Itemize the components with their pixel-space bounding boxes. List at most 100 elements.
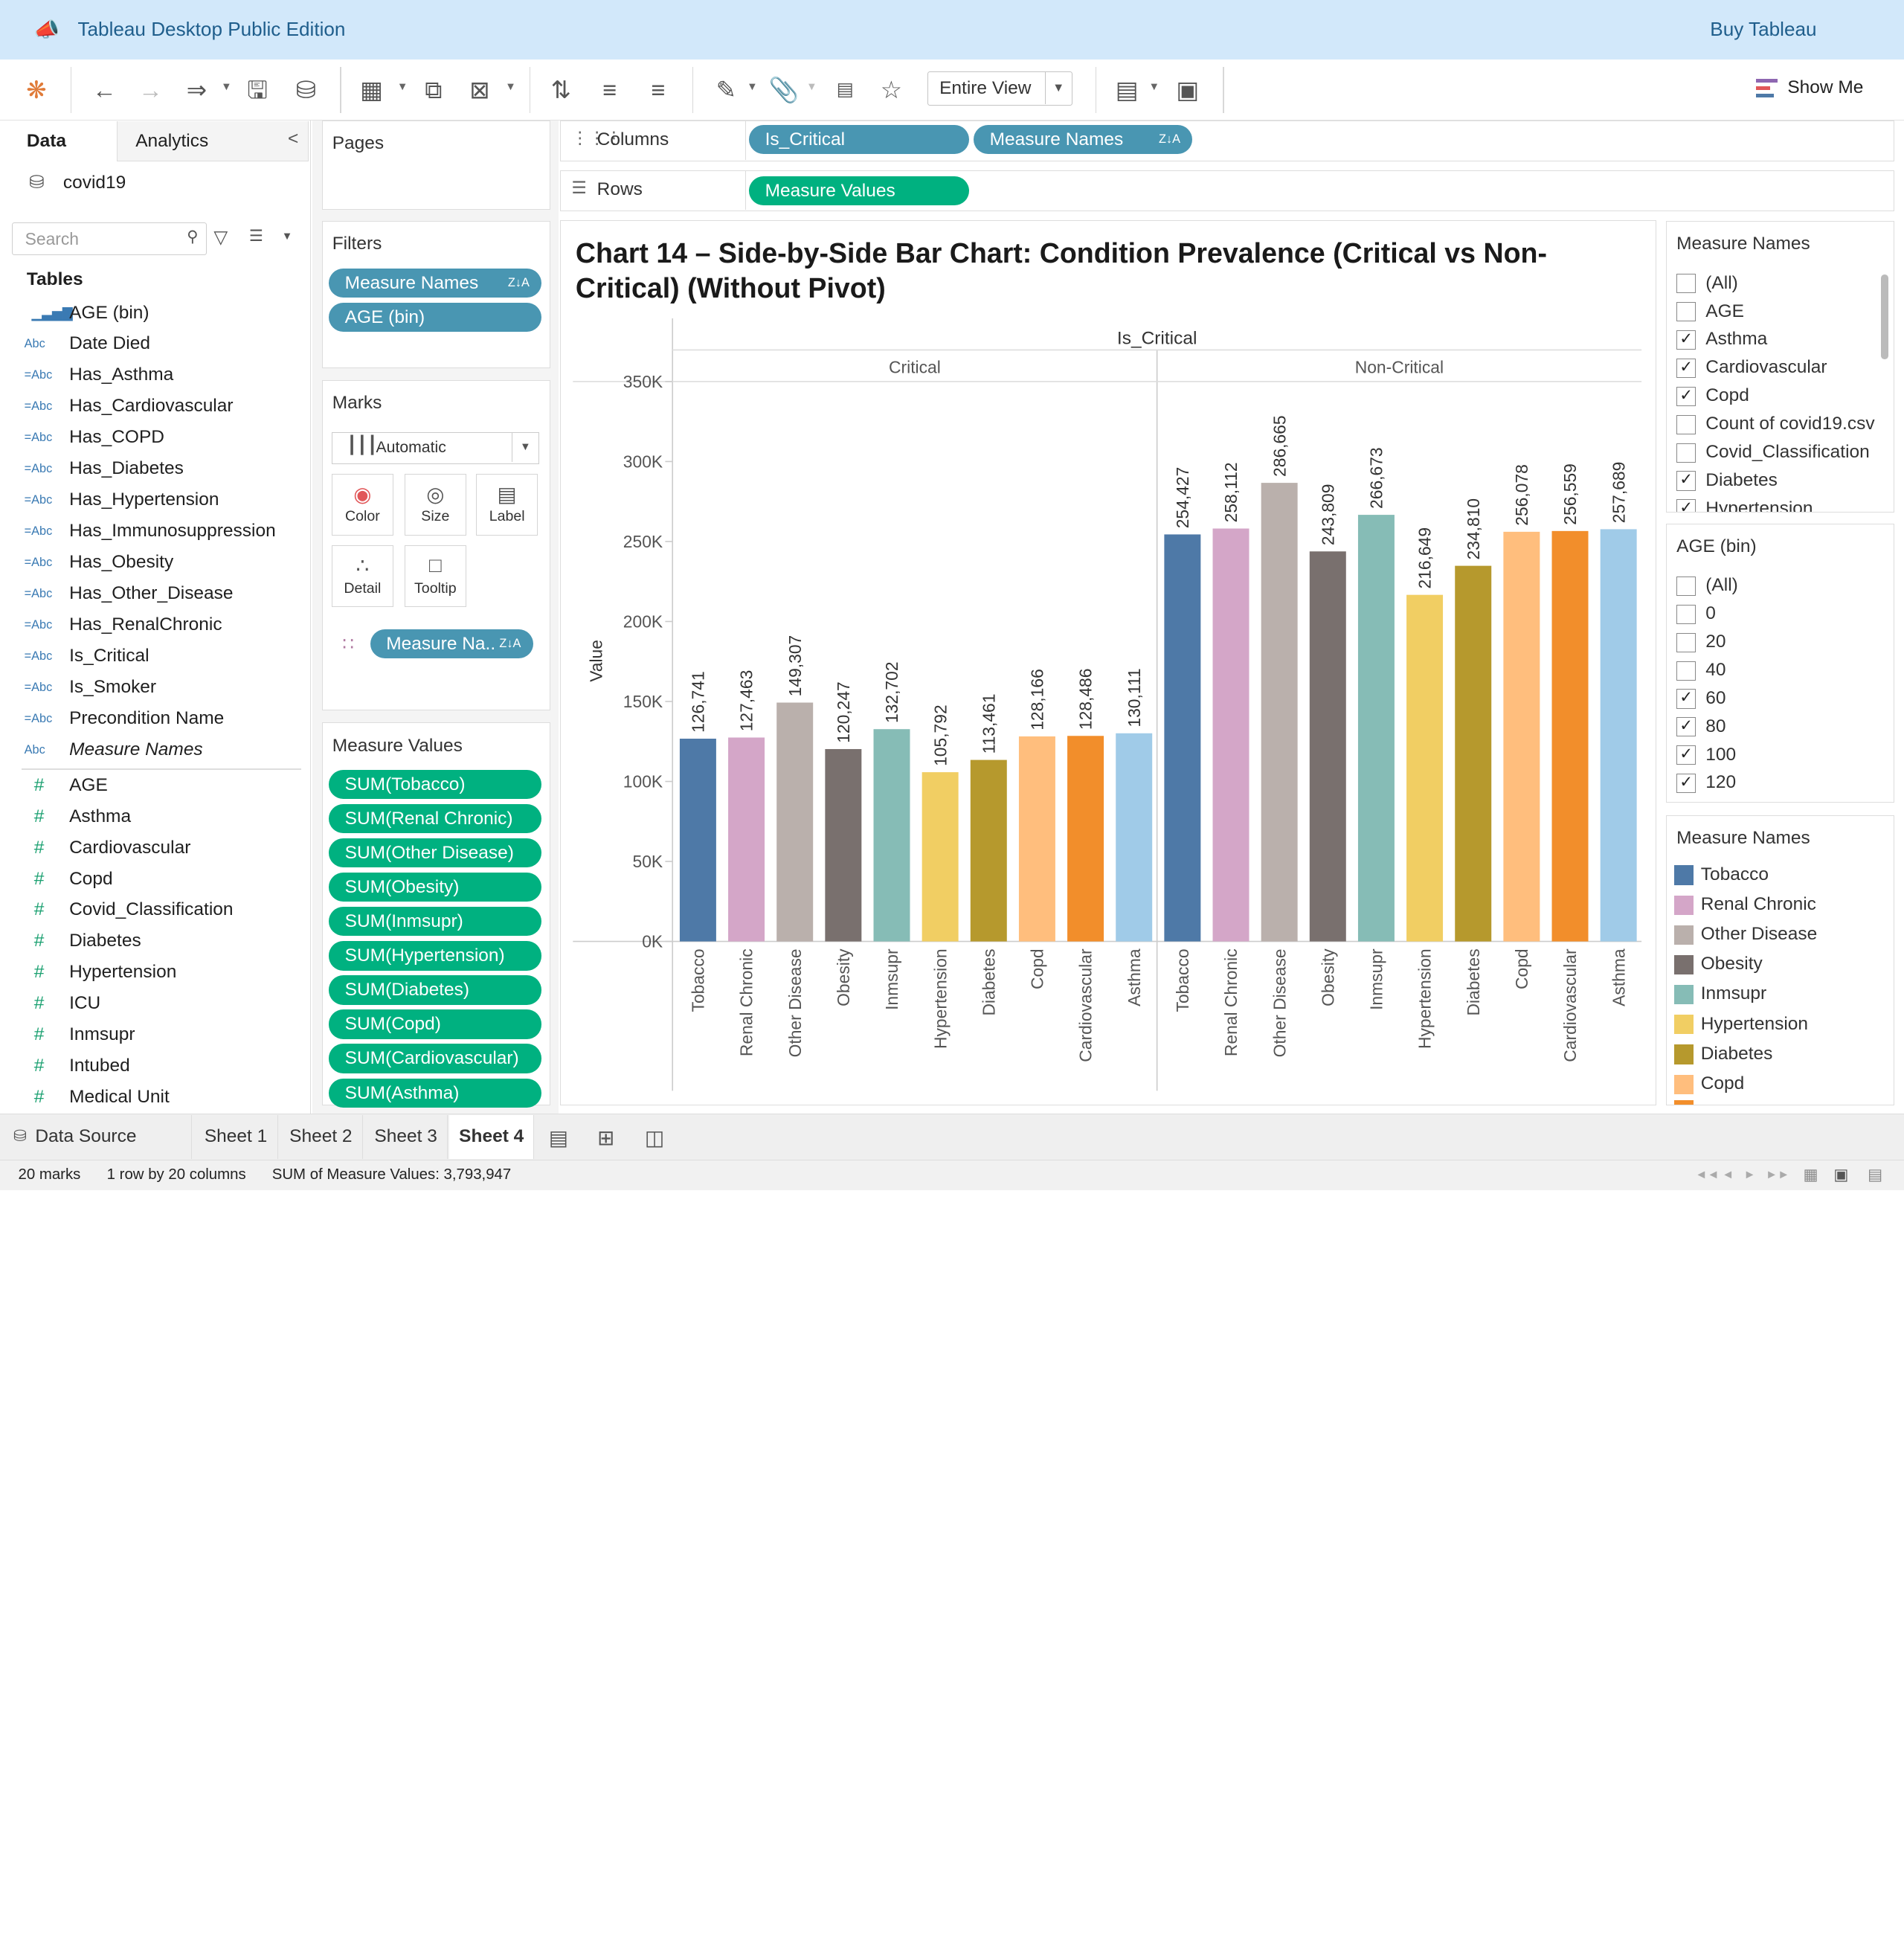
film-view-icon[interactable]: ▤	[1868, 1166, 1882, 1184]
bar-critical-hypertension[interactable]	[922, 771, 959, 942]
redo-icon[interactable]: →	[136, 75, 165, 104]
bar-critical-diabetes[interactable]	[971, 759, 1008, 942]
filter-checkbox-item[interactable]: ✓ Copd	[1676, 383, 1889, 410]
field-measure[interactable]: # AGE	[0, 771, 303, 802]
filter-checkbox-item[interactable]: Count of covid19.csv	[1676, 411, 1889, 438]
filter-checkbox-item[interactable]: 0	[1676, 601, 1889, 628]
measure-value-pill[interactable]: SUM(Hypertension)	[329, 941, 542, 971]
tab-analytics[interactable]: Analytics	[116, 121, 309, 162]
checkbox[interactable]: ✓	[1676, 386, 1696, 406]
bar-non-critical-hypertension[interactable]	[1406, 594, 1444, 942]
scrollbar[interactable]	[1881, 274, 1888, 360]
measure-value-pill[interactable]: SUM(Diabetes)	[329, 975, 542, 1005]
bar-non-critical-inmsupr[interactable]	[1358, 514, 1395, 942]
measure-value-pill[interactable]: SUM(Asthma)	[329, 1078, 542, 1108]
bar-non-critical-tobacco[interactable]	[1164, 534, 1201, 942]
checkbox[interactable]	[1676, 632, 1696, 652]
checkbox[interactable]: ✓	[1676, 774, 1696, 794]
checkbox[interactable]	[1676, 604, 1696, 624]
checkbox[interactable]: ✓	[1676, 358, 1696, 379]
tableau-logo-icon[interactable]: ❋	[22, 75, 51, 104]
bar-critical-renal-chronic[interactable]	[728, 737, 765, 942]
bar-critical-cardiovascular[interactable]	[1067, 736, 1104, 942]
field-measure[interactable]: # Covid_Classification	[0, 896, 303, 927]
field-dimension[interactable]: =Abc Is_Smoker	[0, 673, 303, 704]
collapse-chevron-icon[interactable]: <	[288, 129, 298, 150]
bar-critical-obesity[interactable]	[825, 748, 862, 942]
checkbox[interactable]	[1676, 661, 1696, 681]
filter-checkbox-item[interactable]: ✓ Asthma	[1676, 327, 1889, 353]
bar-non-critical-obesity[interactable]	[1310, 551, 1347, 942]
field-dimension[interactable]: =Abc Precondition Name	[0, 704, 303, 735]
bar-critical-inmsupr[interactable]	[873, 728, 910, 942]
field-measure[interactable]: # Inmsupr	[0, 1021, 303, 1051]
new-datasource-icon[interactable]: ⛁	[292, 75, 321, 104]
filter-checkbox-item[interactable]: ✓ 60	[1676, 686, 1889, 713]
filter-pill-age-bin[interactable]: AGE (bin)	[329, 302, 542, 332]
tab-sheet-4[interactable]: Sheet 4	[449, 1114, 535, 1159]
filter-checkbox-item[interactable]: ✓ 80	[1676, 713, 1889, 740]
filter-checkbox-item[interactable]: ✓ Diabetes	[1676, 468, 1889, 495]
new-worksheet-icon[interactable]: ▦	[357, 75, 386, 104]
field-measure[interactable]: # Cardiovascular	[0, 834, 303, 864]
field-measure[interactable]: # Diabetes	[0, 928, 303, 958]
filter-checkbox-item[interactable]: (All)	[1676, 573, 1889, 600]
checkbox[interactable]: ✓	[1676, 717, 1696, 737]
field-dimension[interactable]: Abc Date Died	[0, 330, 303, 361]
field-dimension[interactable]: =Abc Has_Asthma	[0, 362, 303, 392]
show-cards-icon[interactable]: ▤	[1113, 75, 1142, 104]
filter-checkbox-item[interactable]: AGE	[1676, 298, 1889, 325]
presentation-icon[interactable]: ▣	[1173, 75, 1202, 104]
group-icon[interactable]: 📎	[768, 75, 799, 104]
datasource-name[interactable]: covid19	[63, 173, 126, 193]
duplicate-icon[interactable]: ⧉	[419, 75, 448, 104]
detail-button[interactable]: ∴ Detail	[331, 545, 393, 608]
buy-tableau-link[interactable]: Buy Tableau	[1710, 18, 1816, 41]
megaphone-icon[interactable]: 📣	[34, 17, 60, 42]
tab-sheet-2[interactable]: Sheet 2	[280, 1114, 364, 1159]
filter-checkbox-item[interactable]: Covid_Classification	[1676, 440, 1889, 466]
nav-last-icon[interactable]: ►►	[1766, 1168, 1789, 1182]
checkbox[interactable]	[1676, 576, 1696, 596]
show-me-button[interactable]: Show Me	[1787, 77, 1863, 98]
filter-checkbox-item[interactable]: ✓ 100	[1676, 742, 1889, 768]
highlight-icon[interactable]: ✎	[712, 75, 741, 104]
rows-pill-measure-values[interactable]: Measure Values	[749, 176, 969, 205]
measure-value-pill[interactable]: SUM(Renal Chronic)	[329, 804, 542, 834]
field-measure[interactable]: # ICU	[0, 989, 303, 1020]
chevron-down-icon[interactable]: ▼	[747, 81, 758, 93]
search-field[interactable]: Search ⚲	[12, 222, 207, 255]
measure-value-pill[interactable]: SUM(Other Disease)	[329, 838, 542, 868]
bar-critical-other-disease[interactable]	[776, 702, 814, 942]
filter-checkbox-item[interactable]: 20	[1676, 629, 1889, 656]
field-dimension[interactable]: =Abc Has_Hypertension	[0, 486, 303, 516]
bar-non-critical-renal-chronic[interactable]	[1212, 528, 1250, 942]
bar-critical-copd[interactable]	[1019, 736, 1056, 942]
nav-next-icon[interactable]: ►	[1744, 1168, 1756, 1182]
color-pill-measure-names[interactable]: Measure Na.. Z↓A	[370, 629, 533, 658]
bar-critical-tobacco[interactable]	[680, 738, 717, 942]
chevron-down-icon[interactable]: ▼	[282, 231, 293, 243]
field-measure[interactable]: # Copd	[0, 865, 303, 896]
measure-value-pill[interactable]: SUM(Copd)	[329, 1009, 542, 1039]
field-measure[interactable]: # Intubed	[0, 1052, 303, 1082]
chevron-down-icon[interactable]: ▼	[806, 81, 817, 93]
field-dimension[interactable]: Abc Measure Names	[0, 736, 303, 766]
checkbox[interactable]: ✓	[1676, 330, 1696, 350]
new-story-icon[interactable]: ◫	[640, 1123, 669, 1152]
labels-icon[interactable]: ▤	[831, 75, 860, 104]
tab-sheet-1[interactable]: Sheet 1	[194, 1114, 278, 1159]
sort-ascending-icon[interactable]: ≡	[595, 75, 624, 104]
fit-dropdown[interactable]: Entire View ▼	[927, 71, 1072, 106]
list-view-icon[interactable]: ☰	[249, 227, 263, 245]
chevron-down-icon[interactable]: ▼	[1149, 81, 1160, 93]
tab-data-source[interactable]: ⛁ Data Source	[0, 1114, 192, 1159]
field-dimension[interactable]: =Abc Has_Cardiovascular	[0, 393, 303, 423]
replay-icon[interactable]: ⇒	[182, 75, 211, 104]
mark-type-dropdown[interactable]: ┃┃┃ Automatic ▼	[331, 432, 539, 464]
show-me-icon[interactable]	[1755, 77, 1781, 99]
columns-pill-measure-names[interactable]: Measure Names Z↓A	[974, 125, 1193, 155]
measure-value-pill[interactable]: SUM(Obesity)	[329, 873, 542, 902]
bar-non-critical-cardiovascular[interactable]	[1551, 530, 1589, 942]
color-button[interactable]: ◉ Color	[331, 473, 393, 536]
